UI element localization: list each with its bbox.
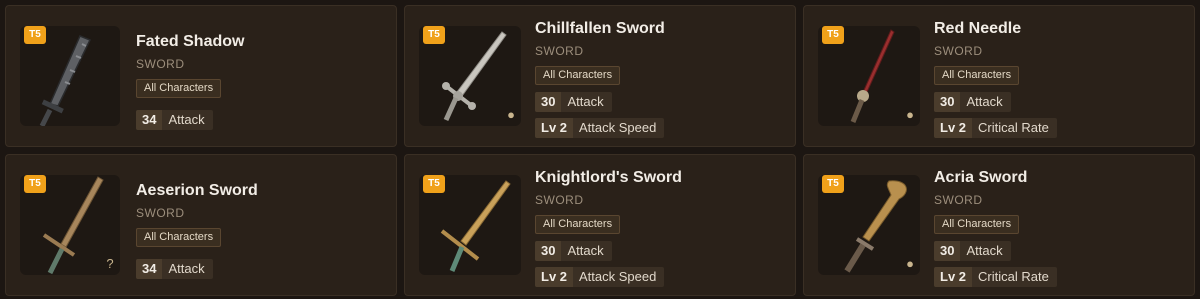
tier-badge: T5 — [822, 175, 844, 193]
weapon-type: SWORD — [535, 193, 584, 207]
weapon-image: T5 ● — [818, 26, 920, 126]
stat-attack: 30 Attack — [535, 241, 612, 261]
weapon-type: SWORD — [934, 193, 983, 207]
weapon-type: SWORD — [934, 44, 983, 58]
stat-attack: 30 Attack — [535, 92, 612, 112]
location-pin-icon: ● — [906, 107, 914, 122]
tier-badge: T5 — [822, 26, 844, 44]
weapon-grid: T5 Fated Shadow SWORD All Characters 34 … — [0, 0, 1200, 299]
stat-attack: 30 Attack — [934, 92, 1011, 112]
characters-chip: All Characters — [535, 215, 621, 234]
characters-chip: All Characters — [136, 228, 222, 247]
weapon-card-fated-shadow[interactable]: T5 Fated Shadow SWORD All Characters 34 … — [5, 5, 397, 147]
stat-critical-rate: Lv 2 Critical Rate — [934, 267, 1057, 287]
stat-attack-speed: Lv 2 Attack Speed — [535, 118, 665, 138]
weapon-card-chillfallen-sword[interactable]: T5 ● Chillfallen Sword SWORD All Charact… — [404, 5, 796, 147]
stat-attack-speed: Lv 2 Attack Speed — [535, 267, 665, 287]
stat-critical-rate: Lv 2 Critical Rate — [934, 118, 1057, 138]
stat-value: 30 — [934, 92, 961, 112]
stat-value: 30 — [535, 92, 562, 112]
stat-label: Attack — [966, 243, 1003, 258]
weapon-type: SWORD — [136, 206, 185, 220]
weapon-image: T5 — [20, 26, 120, 126]
weapon-type: SWORD — [136, 57, 185, 71]
stat-value: Lv 2 — [934, 267, 973, 287]
question-icon: ? — [106, 256, 114, 271]
stat-value: 30 — [934, 241, 961, 261]
stat-label: Critical Rate — [978, 269, 1049, 284]
stat-value: 30 — [535, 241, 562, 261]
weapon-image: T5 ● — [818, 175, 920, 275]
weapon-image: T5 — [419, 175, 521, 275]
weapon-name: Knightlord's Sword — [535, 169, 682, 186]
characters-chip: All Characters — [136, 79, 222, 98]
stat-value: 34 — [136, 110, 163, 130]
stat-label: Attack — [168, 261, 205, 276]
weapon-name: Acria Sword — [934, 169, 1028, 186]
weapon-card-acria-sword[interactable]: T5 ● Acria Sword SWORD All Characters 30… — [803, 154, 1195, 296]
stat-label: Attack Speed — [579, 120, 657, 135]
tier-badge: T5 — [24, 175, 46, 193]
stat-value: Lv 2 — [535, 267, 574, 287]
tier-badge: T5 — [24, 26, 46, 44]
location-pin-icon: ● — [507, 107, 515, 122]
stat-label: Attack — [567, 94, 604, 109]
weapon-name: Chillfallen Sword — [535, 20, 665, 37]
stat-attack: 34 Attack — [136, 259, 213, 279]
weapon-name: Red Needle — [934, 20, 1022, 37]
weapon-card-aeserion-sword[interactable]: T5 ? Aeserion Sword SWORD All Characters… — [5, 154, 397, 296]
stat-label: Attack Speed — [579, 269, 657, 284]
tier-badge: T5 — [423, 26, 445, 44]
stat-label: Attack — [168, 112, 205, 127]
characters-chip: All Characters — [934, 215, 1020, 234]
weapon-name: Aeserion Sword — [136, 182, 258, 199]
weapon-image: T5 ● — [419, 26, 521, 126]
stat-value: Lv 2 — [535, 118, 574, 138]
stat-attack: 34 Attack — [136, 110, 213, 130]
stat-label: Critical Rate — [978, 120, 1049, 135]
location-pin-icon: ● — [906, 256, 914, 271]
stat-value: 34 — [136, 259, 163, 279]
weapon-card-red-needle[interactable]: T5 ● Red Needle SWORD All Characters 30 … — [803, 5, 1195, 147]
characters-chip: All Characters — [535, 66, 621, 85]
tier-badge: T5 — [423, 175, 445, 193]
stat-attack: 30 Attack — [934, 241, 1011, 261]
weapon-card-knightlords-sword[interactable]: T5 Knightlord's Sword SWORD All Characte… — [404, 154, 796, 296]
weapon-name: Fated Shadow — [136, 33, 245, 50]
weapon-type: SWORD — [535, 44, 584, 58]
characters-chip: All Characters — [934, 66, 1020, 85]
stat-label: Attack — [567, 243, 604, 258]
stat-label: Attack — [966, 94, 1003, 109]
stat-value: Lv 2 — [934, 118, 973, 138]
weapon-image: T5 ? — [20, 175, 120, 275]
